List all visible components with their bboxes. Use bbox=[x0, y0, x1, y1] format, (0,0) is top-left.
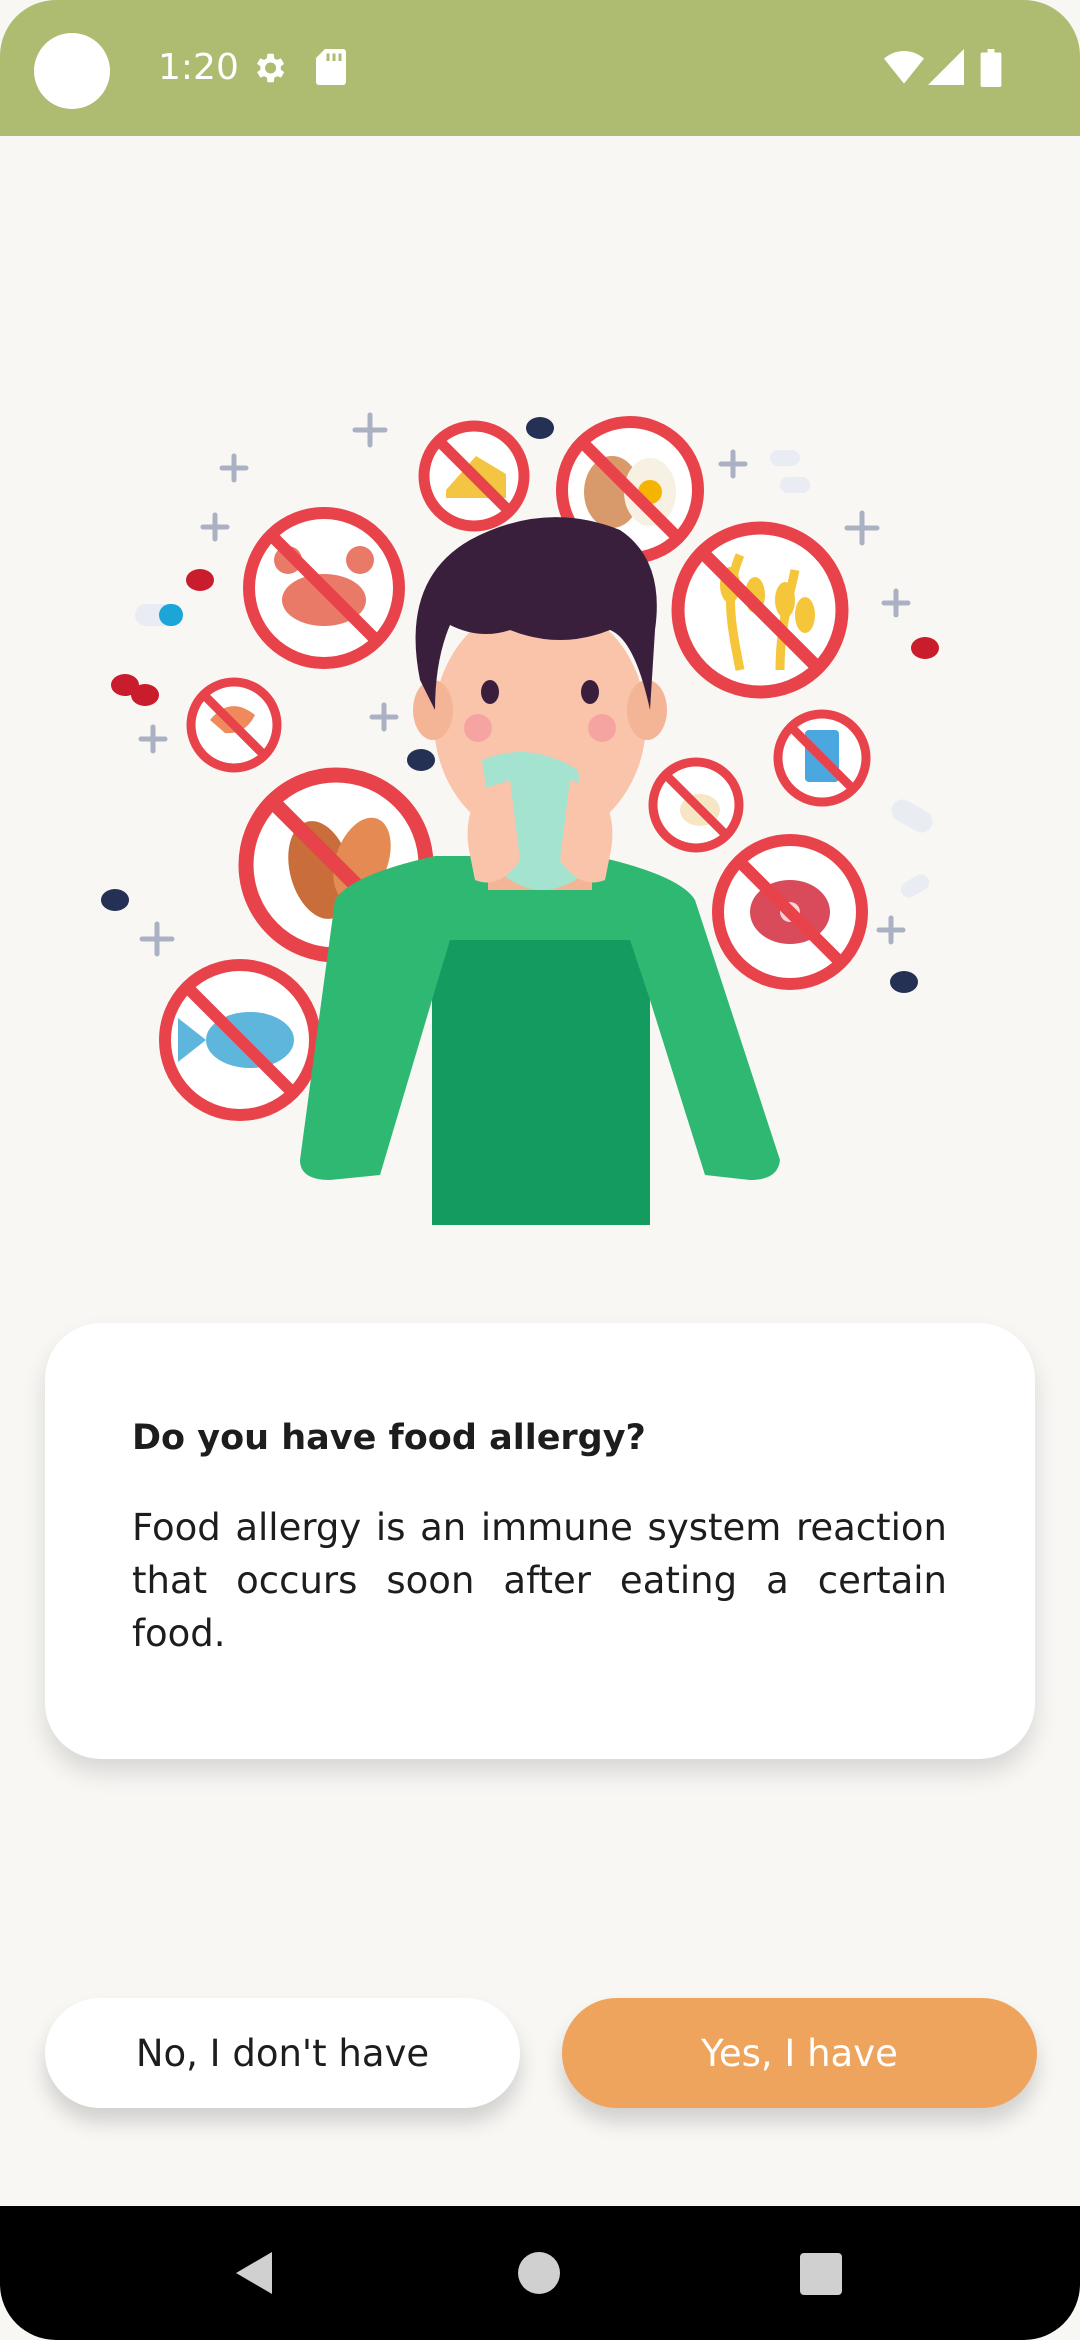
card-description: Food allergy is an immune system reactio… bbox=[132, 1506, 947, 1655]
camera-cutout bbox=[34, 33, 110, 109]
status-bar: 1:20 bbox=[0, 0, 1080, 136]
ban-milk-icon bbox=[773, 709, 871, 807]
settings-gear-icon bbox=[256, 53, 285, 83]
battery-icon bbox=[980, 49, 1002, 87]
ban-meat-icon bbox=[712, 834, 868, 990]
navigation-bar bbox=[0, 2206, 1080, 2340]
ban-chicken-icon bbox=[648, 757, 744, 853]
ban-cheese-icon bbox=[418, 420, 530, 532]
wifi-icon bbox=[884, 51, 924, 84]
info-card: Do you have food allergy? Food allergy i… bbox=[45, 1323, 1035, 1759]
back-icon[interactable] bbox=[234, 2250, 274, 2296]
no-allergy-button[interactable]: No, I don't have bbox=[45, 1998, 520, 2108]
status-time: 1:20 bbox=[158, 47, 239, 88]
ban-fish-icon bbox=[159, 959, 321, 1121]
ban-shrimp-icon bbox=[186, 677, 282, 773]
food-allergy-illustration bbox=[101, 412, 939, 1225]
sd-card-icon bbox=[316, 49, 346, 85]
home-icon[interactable] bbox=[518, 2252, 560, 2294]
card-title: Do you have food allergy? bbox=[132, 1418, 646, 1458]
ban-crab-icon bbox=[243, 507, 405, 669]
ban-wheat-icon bbox=[671, 521, 849, 699]
yes-allergy-button[interactable]: Yes, I have bbox=[562, 1998, 1037, 2108]
cellular-signal-icon bbox=[928, 49, 964, 85]
recents-icon[interactable] bbox=[800, 2253, 842, 2295]
